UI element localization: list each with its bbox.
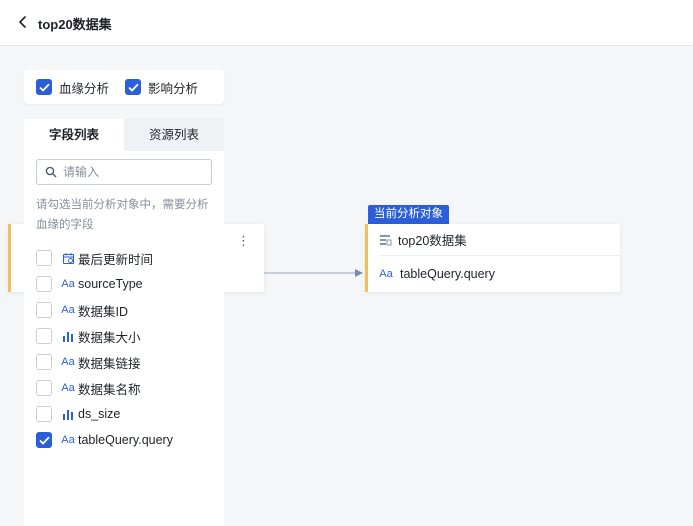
checkbox[interactable]: [36, 79, 52, 95]
text-icon: Aa: [61, 434, 75, 446]
lineage-edge: [264, 269, 363, 277]
number-icon: [60, 328, 76, 344]
analysis-options: 血缘分析 影响分析: [24, 70, 224, 104]
field-search[interactable]: [36, 159, 212, 185]
field-checkbox[interactable]: [36, 354, 52, 370]
field-checkbox[interactable]: [36, 432, 52, 448]
current-object-tag: 当前分析对象: [368, 205, 449, 224]
field-checkbox[interactable]: [36, 406, 52, 422]
field-checkbox[interactable]: [36, 302, 52, 318]
top-bar: top20数据集: [0, 0, 693, 46]
tab-resource-list[interactable]: 资源列表: [124, 119, 224, 151]
field-item[interactable]: Aa sourceType: [36, 271, 221, 297]
target-node-field-name: tableQuery.query: [400, 267, 495, 281]
field-checkbox[interactable]: [36, 328, 52, 344]
hint-text: 请勾选当前分析对象中，需要分析血缘的字段: [36, 199, 209, 231]
field-item[interactable]: 数据集大小: [36, 323, 221, 349]
target-node-field[interactable]: Aa tableQuery.query: [378, 257, 620, 291]
target-node-title: top20数据集: [398, 234, 467, 248]
field-name: 数据集名称: [78, 382, 141, 397]
field-name: 数据集大小: [78, 330, 141, 345]
text-icon: Aa: [61, 382, 75, 394]
number-icon: [60, 406, 76, 422]
text-icon: Aa: [61, 278, 75, 290]
search-icon: [45, 166, 57, 178]
dataset-icon: [378, 233, 392, 247]
panel-tabs: 字段列表 资源列表: [24, 119, 224, 151]
lineage-analysis-label: 血缘分析: [59, 81, 110, 96]
impact-analysis-label: 影响分析: [148, 81, 199, 96]
field-checkbox[interactable]: [36, 250, 52, 266]
field-item[interactable]: Aa tableQuery.query: [36, 427, 221, 453]
search-input[interactable]: [63, 165, 203, 179]
field-name: ds_size: [78, 407, 121, 421]
field-name: 最后更新时间: [78, 252, 154, 267]
field-item[interactable]: ds_size: [36, 401, 221, 427]
field-name: 数据集链接: [78, 356, 141, 371]
field-item[interactable]: Aa 数据集链接: [36, 349, 221, 375]
back-icon[interactable]: [14, 13, 32, 31]
target-node[interactable]: top20数据集 Aa tableQuery.query: [365, 224, 620, 292]
text-icon: Aa: [61, 304, 75, 316]
field-item[interactable]: Aa 数据集ID: [36, 297, 221, 323]
field-checkbox[interactable]: [36, 276, 52, 292]
field-checkbox[interactable]: [36, 380, 52, 396]
field-panel: 字段列表 资源列表 请勾选当前分析对象中，需要分析血缘的字段 最后更新时间Aas…: [24, 119, 224, 526]
field-name: 数据集ID: [78, 304, 129, 319]
date-icon: [60, 250, 76, 266]
text-type-icon: Aa: [379, 268, 393, 280]
field-item[interactable]: Aa 数据集名称: [36, 375, 221, 401]
page-title: top20数据集: [38, 17, 112, 32]
impact-analysis-checkbox[interactable]: 影响分析: [125, 78, 198, 97]
field-name: sourceType: [78, 277, 143, 291]
more-icon[interactable]: ⋮: [237, 233, 250, 249]
text-icon: Aa: [61, 356, 75, 368]
field-item[interactable]: 最后更新时间: [36, 245, 221, 271]
checkbox[interactable]: [125, 79, 142, 95]
target-node-header: top20数据集: [378, 224, 620, 256]
lineage-analysis-checkbox[interactable]: 血缘分析: [36, 78, 109, 97]
tab-field-list[interactable]: 字段列表: [24, 119, 124, 151]
field-name: tableQuery.query: [78, 433, 173, 447]
field-list: 最后更新时间 Aa sourceType Aa 数据集ID 数据集大小 Aa 数据集链接 Aa 数…: [36, 245, 221, 453]
